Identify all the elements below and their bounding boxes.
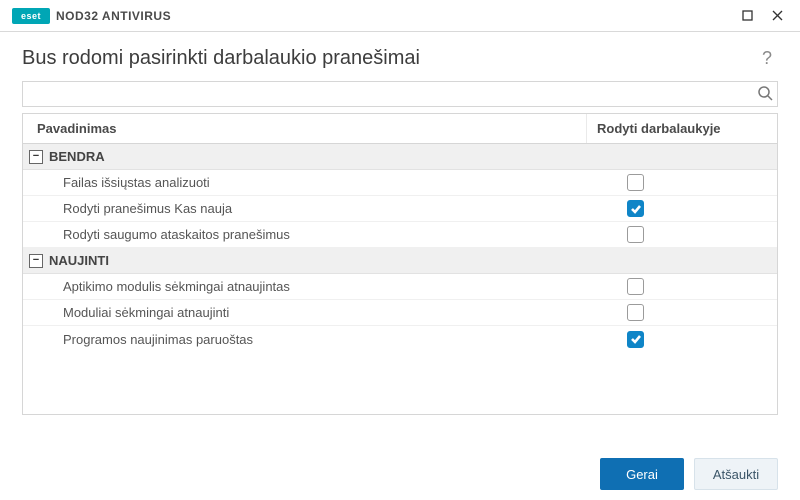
item-check-cell [587, 331, 777, 348]
notifications-grid: Pavadinimas Rodyti darbalaukyje −BENDRAF… [22, 113, 778, 415]
item-label: Moduliai sėkmingai atnaujinti [23, 305, 587, 320]
show-on-desktop-checkbox[interactable] [627, 174, 644, 191]
footer: Gerai Atšaukti [0, 448, 800, 500]
group-label: BENDRA [49, 149, 105, 164]
titlebar: eset NOD32 ANTIVIRUS [0, 0, 800, 32]
window-maximize-button[interactable] [732, 4, 762, 28]
item-check-cell [587, 226, 777, 243]
item-label: Programos naujinimas paruoštas [23, 332, 587, 347]
show-on-desktop-checkbox[interactable] [627, 226, 644, 243]
item-row: Rodyti pranešimus Kas nauja [23, 196, 777, 222]
group-label: NAUJINTI [49, 253, 109, 268]
brand: eset NOD32 ANTIVIRUS [12, 8, 171, 24]
search-row [22, 81, 778, 107]
show-on-desktop-checkbox[interactable] [627, 200, 644, 217]
check-icon [630, 203, 642, 215]
item-check-cell [587, 200, 777, 217]
item-label: Failas išsiųstas analizuoti [23, 175, 587, 190]
grid-body: −BENDRAFailas išsiųstas analizuotiRodyti… [23, 144, 777, 414]
check-icon [630, 333, 642, 345]
item-label: Aptikimo modulis sėkmingai atnaujintas [23, 279, 587, 294]
brand-product: NOD32 ANTIVIRUS [56, 9, 171, 23]
grid-header: Pavadinimas Rodyti darbalaukyje [23, 114, 777, 144]
cancel-button[interactable]: Atšaukti [694, 458, 778, 490]
help-button[interactable]: ? [756, 46, 778, 71]
search-input[interactable] [23, 82, 777, 106]
brand-logo: eset [12, 8, 50, 24]
group-row[interactable]: −NAUJINTI [23, 248, 777, 274]
show-on-desktop-checkbox[interactable] [627, 304, 644, 321]
close-icon [772, 10, 783, 21]
item-row: Aptikimo modulis sėkmingai atnaujintas [23, 274, 777, 300]
show-on-desktop-checkbox[interactable] [627, 331, 644, 348]
item-label: Rodyti pranešimus Kas nauja [23, 201, 587, 216]
group-row[interactable]: −BENDRA [23, 144, 777, 170]
item-row: Failas išsiųstas analizuoti [23, 170, 777, 196]
item-check-cell [587, 174, 777, 191]
collapse-icon[interactable]: − [29, 254, 43, 268]
column-header-show[interactable]: Rodyti darbalaukyje [587, 114, 777, 143]
item-check-cell [587, 304, 777, 321]
column-header-name[interactable]: Pavadinimas [23, 114, 587, 143]
window-close-button[interactable] [762, 4, 792, 28]
search-icon[interactable] [757, 85, 773, 104]
item-check-cell [587, 278, 777, 295]
item-label: Rodyti saugumo ataskaitos pranešimus [23, 227, 587, 242]
page-title: Bus rodomi pasirinkti darbalaukio praneš… [22, 47, 420, 70]
item-row: Moduliai sėkmingai atnaujinti [23, 300, 777, 326]
ok-button[interactable]: Gerai [600, 458, 684, 490]
maximize-icon [742, 10, 753, 21]
item-row: Programos naujinimas paruoštas [23, 326, 777, 352]
collapse-icon[interactable]: − [29, 150, 43, 164]
header: Bus rodomi pasirinkti darbalaukio praneš… [0, 32, 800, 81]
item-row: Rodyti saugumo ataskaitos pranešimus [23, 222, 777, 248]
show-on-desktop-checkbox[interactable] [627, 278, 644, 295]
